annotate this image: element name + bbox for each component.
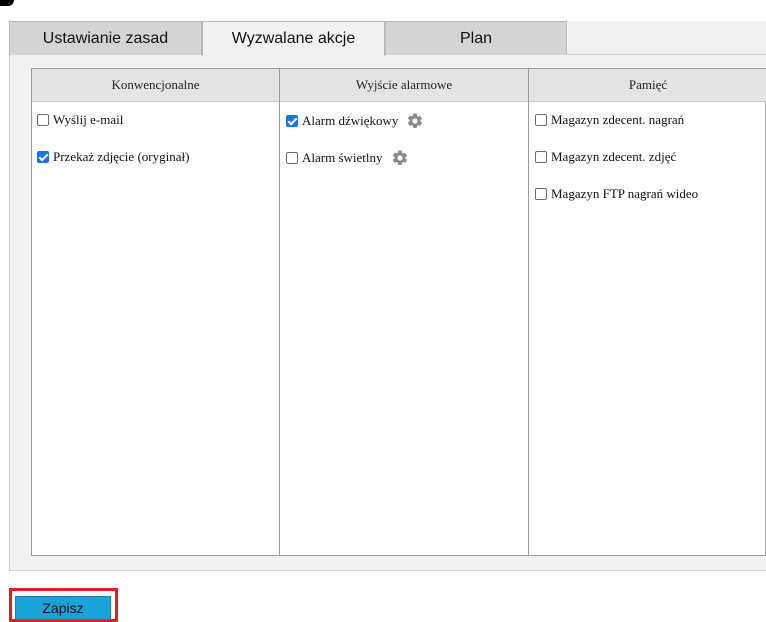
option-forward-snapshot[interactable]: Przekaż zdjęcie (oryginał) — [37, 149, 189, 165]
option-label: Przekaż zdjęcie (oryginał) — [53, 149, 190, 164]
gear-icon[interactable] — [406, 112, 424, 130]
option-light-alarm[interactable]: Alarm świetlny — [286, 149, 409, 167]
forward-snapshot-checkbox[interactable] — [37, 151, 49, 163]
option-label: Magazyn zdecent. nagrań — [551, 112, 685, 127]
top-edge-mark — [0, 0, 14, 6]
light-alarm-checkbox[interactable] — [286, 152, 298, 164]
option-label: Alarm dźwiękowy — [302, 113, 399, 128]
tab-plan[interactable]: Plan — [385, 21, 567, 55]
send-email-checkbox[interactable] — [37, 114, 49, 126]
column-header-storage: Pamięć — [529, 69, 766, 102]
option-edge-recording-storage[interactable]: Magazyn zdecent. nagrań — [535, 112, 684, 128]
actions-table: Konwencjonalne Wyjście alarmowe Pamięć W… — [31, 68, 766, 556]
audio-alarm-checkbox[interactable] — [286, 115, 298, 127]
gear-icon[interactable] — [391, 149, 409, 167]
option-label: Wyślij e-mail — [53, 112, 124, 127]
tab-ustawianie-zasad[interactable]: Ustawianie zasad — [9, 21, 202, 55]
column-header-alarm-output: Wyjście alarmowe — [280, 69, 528, 102]
column-divider — [279, 69, 280, 555]
option-send-email[interactable]: Wyślij e-mail — [37, 112, 123, 128]
option-label: Magazyn FTP nagrań wideo — [551, 186, 699, 201]
ftp-video-storage-checkbox[interactable] — [535, 188, 547, 200]
option-audio-alarm[interactable]: Alarm dźwiękowy — [286, 112, 424, 130]
column-divider — [528, 69, 529, 555]
option-label: Magazyn zdecent. zdjęć — [551, 149, 677, 164]
column-header-conventional: Konwencjonalne — [32, 69, 279, 102]
edge-snapshot-storage-checkbox[interactable] — [535, 151, 547, 163]
edge-recording-storage-checkbox[interactable] — [535, 114, 547, 126]
option-edge-snapshot-storage[interactable]: Magazyn zdecent. zdjęć — [535, 149, 676, 165]
option-label: Alarm świetlny — [302, 150, 383, 165]
save-button[interactable]: Zapisz — [15, 596, 111, 620]
option-ftp-video-storage[interactable]: Magazyn FTP nagrań wideo — [535, 186, 698, 202]
tab-wyzwalane-akcje[interactable]: Wyzwalane akcje — [202, 21, 385, 56]
